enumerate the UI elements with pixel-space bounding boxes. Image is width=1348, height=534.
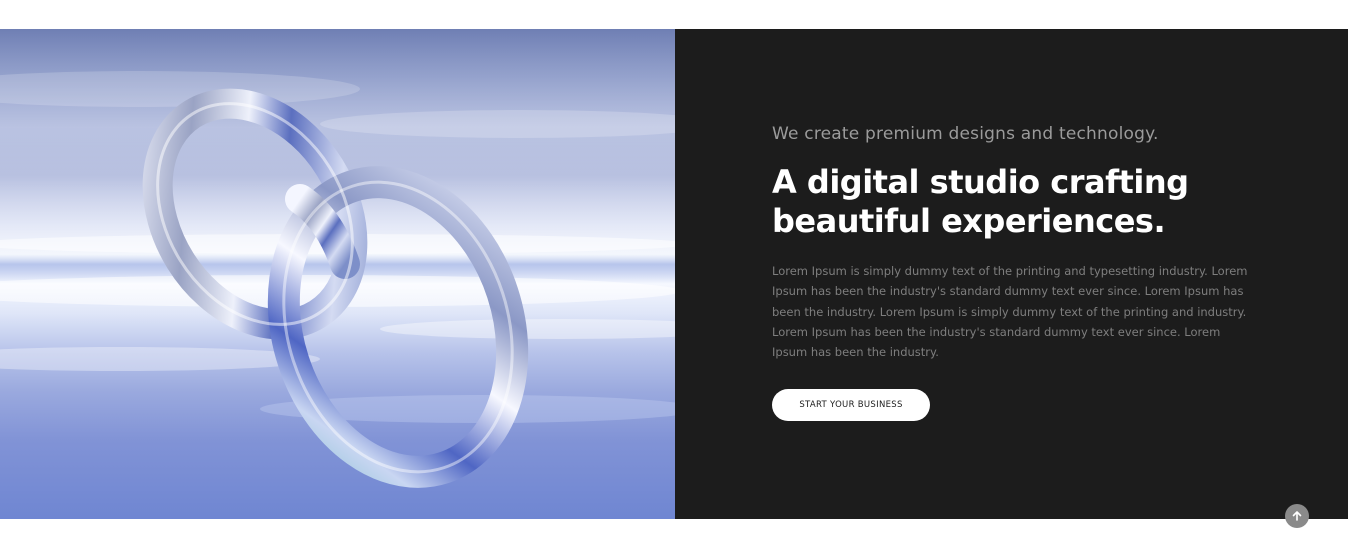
hero-image <box>0 29 675 519</box>
start-business-button[interactable]: START YOUR BUSINESS <box>772 389 930 421</box>
hero-body-text: Lorem Ipsum is simply dummy text of the … <box>772 264 1248 360</box>
hero-text-panel: We create premium designs and technology… <box>675 29 1348 519</box>
hero-eyebrow: We create premium designs and technology… <box>772 124 1159 144</box>
hero-section: We create premium designs and technology… <box>0 29 1348 519</box>
scroll-to-top-button[interactable] <box>1285 504 1309 528</box>
chrome-linked-rings-icon <box>0 29 675 519</box>
hero-headline: A digital studio crafting beautiful expe… <box>772 163 1189 240</box>
arrow-up-icon <box>1292 511 1302 521</box>
